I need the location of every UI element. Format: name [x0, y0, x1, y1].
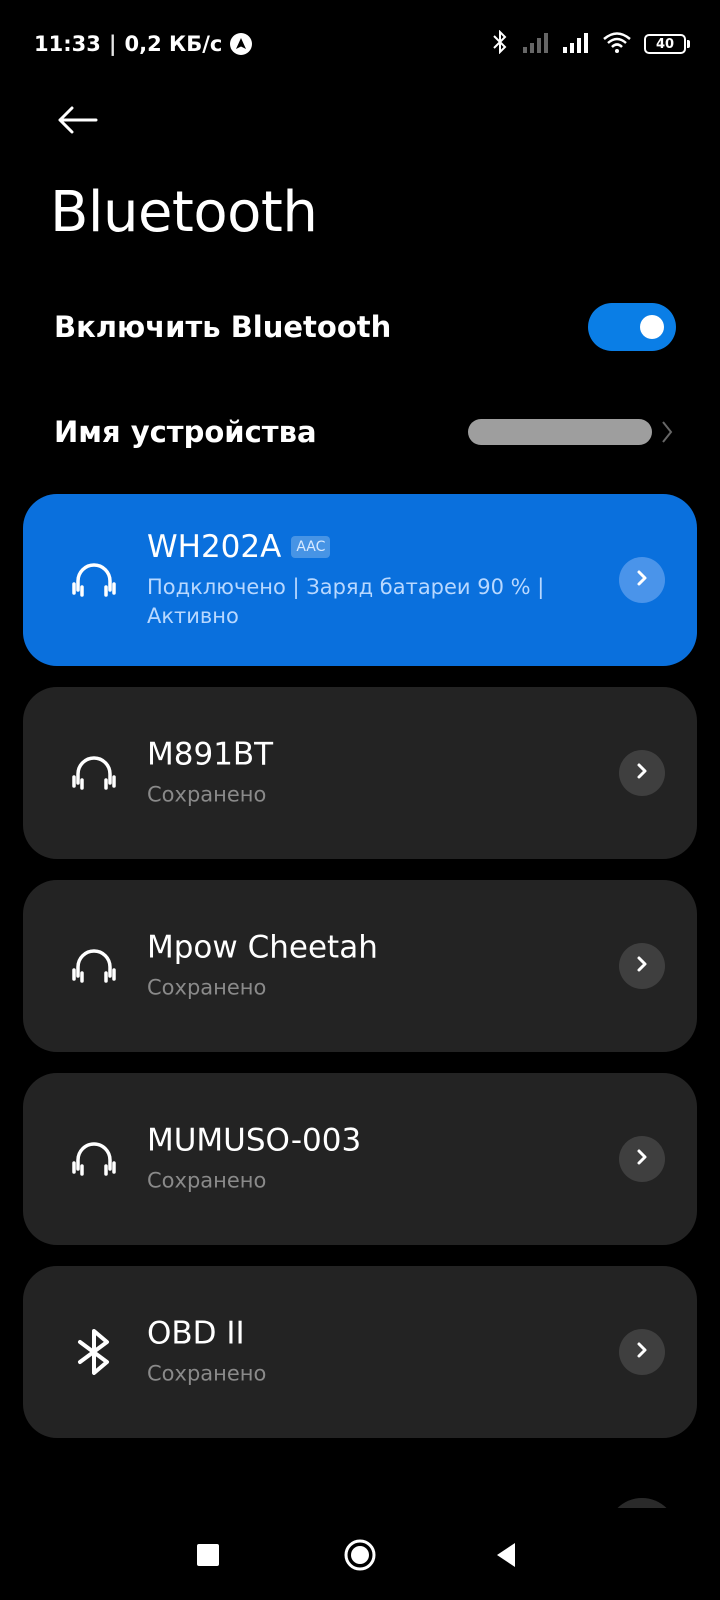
wifi-icon [602, 31, 632, 57]
navigation-bar [0, 1520, 720, 1590]
device-card[interactable]: WH202A AAC Подключено | Заряд батареи 90 %… [23, 494, 697, 666]
network-speed: 0,2 КБ/с [124, 32, 223, 56]
device-card[interactable]: OBD II Сохранено [23, 1266, 697, 1438]
device-name: OBD II [147, 1315, 245, 1352]
device-status: Сохранено [147, 782, 267, 807]
device-text: Mpow Cheetah Сохранено [147, 930, 587, 1003]
back-button[interactable] [52, 100, 102, 140]
triangle-back-icon [497, 1543, 515, 1567]
device-status: Сохранено [147, 1361, 267, 1386]
device-text: OBD II Сохранено [147, 1316, 587, 1389]
headphones-icon [71, 1136, 117, 1182]
screen: 11:33 | 0,2 КБ/с 40 Bluetooth Включить B… [0, 0, 720, 1600]
chevron-right-icon [662, 421, 673, 443]
device-name-value[interactable] [468, 419, 674, 445]
recents-button[interactable] [197, 1544, 219, 1566]
chevron-right-icon [635, 762, 649, 784]
device-details-button[interactable] [619, 557, 665, 603]
status-right: 40 [490, 29, 690, 58]
device-details-button[interactable] [619, 943, 665, 989]
device-name: MUMUSO-003 [147, 1122, 362, 1159]
battery-tip [687, 40, 690, 48]
chevron-right-icon [635, 569, 649, 591]
device-text: WH202A AAC Подключено | Заряд батареи 90 %… [147, 529, 587, 631]
toggle-knob [640, 315, 664, 339]
redacted-device-name [468, 419, 652, 445]
bluetooth-status-icon [490, 29, 510, 58]
device-title-row: Mpow Cheetah [147, 930, 587, 966]
battery-level: 40 [644, 34, 686, 54]
device-name: M891BT [147, 736, 274, 773]
headphones-icon [71, 750, 117, 796]
home-button[interactable] [344, 1539, 376, 1571]
codec-badge: AAC [291, 536, 331, 558]
signal-icon [522, 31, 550, 57]
chevron-right-icon [635, 1341, 649, 1363]
headphones-icon [71, 943, 117, 989]
device-status: Подключено | Заряд батареи 90 % | Активн… [147, 575, 545, 628]
device-details-button[interactable] [619, 1136, 665, 1182]
device-card[interactable]: Mpow Cheetah Сохранено [23, 880, 697, 1052]
back-arrow-icon [58, 106, 98, 134]
device-card[interactable]: M891BT Сохранено [23, 687, 697, 859]
device-card[interactable]: MUMUSO-003 Сохранено [23, 1073, 697, 1245]
bluetooth-toggle[interactable] [588, 303, 676, 351]
enable-bluetooth-row[interactable]: Включить Bluetooth [54, 300, 676, 354]
device-details-button[interactable] [619, 750, 665, 796]
page-title: Bluetooth [50, 180, 318, 245]
navigation-arrow-icon [230, 33, 253, 55]
device-title-row: OBD II [147, 1316, 587, 1352]
device-name: WH202A [147, 529, 282, 565]
device-title-row: WH202A AAC [147, 529, 587, 565]
bluetooth-icon [71, 1329, 117, 1375]
device-name: Mpow Cheetah [147, 929, 378, 966]
back-nav-button[interactable] [495, 1542, 517, 1568]
status-separator: | [108, 32, 117, 56]
device-details-button[interactable] [619, 1329, 665, 1375]
headphones-icon [71, 557, 117, 603]
home-circle-icon [344, 1539, 376, 1571]
device-status: Сохранено [147, 975, 267, 1000]
enable-bluetooth-label: Включить Bluetooth [54, 310, 392, 344]
device-text: MUMUSO-003 Сохранено [147, 1123, 587, 1196]
device-title-row: M891BT [147, 737, 587, 773]
square-icon [197, 1544, 219, 1566]
device-text: M891BT Сохранено [147, 737, 587, 810]
device-title-row: MUMUSO-003 [147, 1123, 587, 1159]
device-name-label: Имя устройства [54, 415, 317, 449]
signal-icon-2 [562, 31, 590, 57]
chevron-right-icon [635, 1148, 649, 1170]
battery-indicator: 40 [644, 34, 690, 54]
status-time: 11:33 [34, 32, 101, 56]
status-left: 11:33 | 0,2 КБ/с [34, 32, 253, 56]
device-name-row[interactable]: Имя устройства [54, 410, 673, 454]
status-bar: 11:33 | 0,2 КБ/с 40 [34, 28, 690, 60]
device-status: Сохранено [147, 1168, 267, 1193]
chevron-right-icon [635, 955, 649, 977]
